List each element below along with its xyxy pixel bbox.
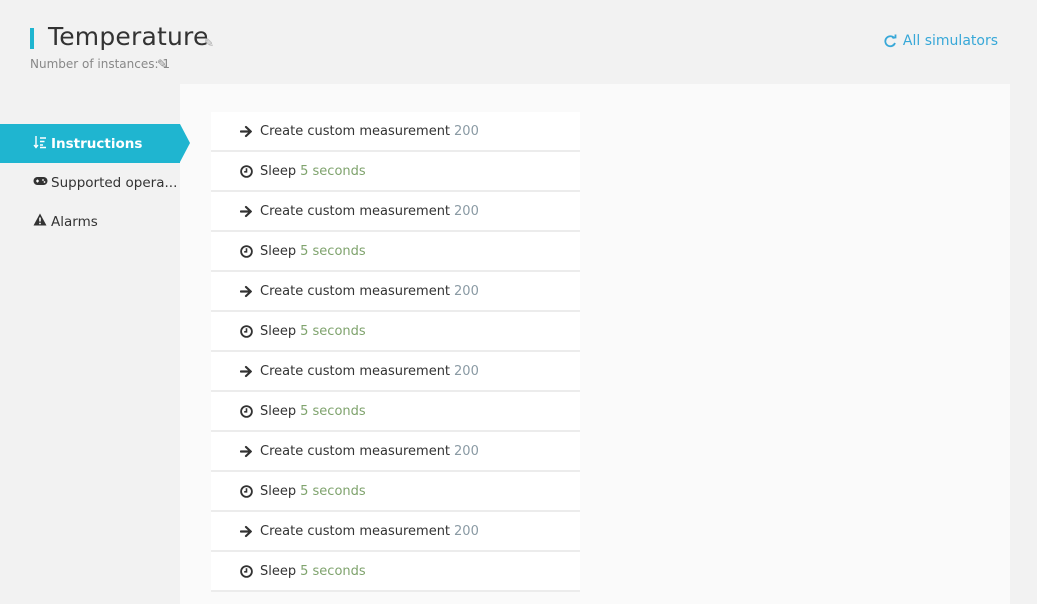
instruction-value: 200 (454, 283, 479, 299)
instruction-label: Sleep (260, 563, 297, 579)
clock-icon (239, 164, 253, 178)
all-simulators-label: All simulators (902, 33, 998, 49)
instruction-label: Sleep (260, 483, 297, 499)
warning-icon (32, 213, 48, 230)
edit-title-icon[interactable]: ✎ (204, 36, 214, 50)
instruction-value: 200 (454, 523, 479, 539)
sort-list-icon (32, 135, 48, 153)
instruction-row-sleep[interactable]: Sleep 5 seconds (211, 472, 580, 512)
instruction-label: Sleep (260, 163, 297, 179)
instructions-list: Create custom measurement 200 Sleep 5 secon… (211, 112, 580, 592)
instruction-label: Sleep (260, 323, 297, 339)
instruction-value: 5 seconds (300, 323, 366, 339)
instruction-row-sleep[interactable]: Sleep 5 seconds (211, 152, 580, 192)
instruction-value: 5 seconds (300, 403, 366, 419)
instruction-label: Create custom measurement (260, 123, 451, 139)
arrow-right-icon (239, 364, 253, 378)
arrow-right-icon (239, 284, 253, 298)
arrow-right-icon (239, 444, 253, 458)
clock-icon (239, 244, 253, 258)
instruction-row-measurement[interactable]: Create custom measurement 200 (211, 112, 580, 152)
instruction-label: Create custom measurement (260, 283, 451, 299)
instruction-value: 200 (454, 123, 479, 139)
instruction-value: 200 (454, 203, 479, 219)
refresh-icon (884, 34, 897, 48)
instruction-value: 5 seconds (300, 483, 366, 499)
arrow-right-icon (239, 204, 253, 218)
gamepad-icon (32, 175, 48, 191)
sidebar: Instructions Supported opera... Alarms (0, 124, 190, 241)
sidebar-item-label: Instructions (51, 135, 143, 152)
arrow-right-icon (239, 524, 253, 538)
instruction-row-sleep[interactable]: Sleep 5 seconds (211, 392, 580, 432)
sidebar-item-label: Alarms (51, 213, 98, 230)
sidebar-item-instructions[interactable]: Instructions (0, 124, 190, 163)
instruction-value: 5 seconds (300, 243, 366, 259)
instruction-label: Create custom measurement (260, 363, 451, 379)
instruction-value: 200 (454, 363, 479, 379)
arrow-right-icon (239, 124, 253, 138)
all-simulators-link[interactable]: All simulators (883, 33, 998, 49)
sidebar-item-alarms[interactable]: Alarms (0, 202, 190, 241)
page-title: Temperature (48, 22, 209, 51)
instruction-row-sleep[interactable]: Sleep 5 seconds (211, 232, 580, 272)
clock-icon (239, 484, 253, 498)
sidebar-item-label: Supported opera... (51, 174, 178, 191)
clock-icon (239, 564, 253, 578)
edit-instances-icon[interactable]: ✎ (157, 57, 167, 71)
instruction-row-measurement[interactable]: Create custom measurement 200 (211, 272, 580, 312)
instruction-value: 5 seconds (300, 163, 366, 179)
instruction-row-measurement[interactable]: Create custom measurement 200 (211, 192, 580, 232)
instruction-label: Create custom measurement (260, 203, 451, 219)
title-accent-bar (30, 28, 34, 49)
clock-icon (239, 404, 253, 418)
instruction-value: 5 seconds (300, 563, 366, 579)
instruction-row-sleep[interactable]: Sleep 5 seconds (211, 552, 580, 592)
clock-icon (239, 324, 253, 338)
instances-count: Number of instances: 1 (30, 57, 170, 71)
instruction-value: 200 (454, 443, 479, 459)
instruction-label: Sleep (260, 403, 297, 419)
instruction-label: Create custom measurement (260, 443, 451, 459)
instruction-row-measurement[interactable]: Create custom measurement 200 (211, 432, 580, 472)
instruction-label: Sleep (260, 243, 297, 259)
page-header: Temperature ✎ Number of instances: 1 ✎ A… (0, 0, 1037, 84)
instruction-label: Create custom measurement (260, 523, 451, 539)
instruction-row-sleep[interactable]: Sleep 5 seconds (211, 312, 580, 352)
instruction-row-measurement[interactable]: Create custom measurement 200 (211, 352, 580, 392)
instruction-row-measurement[interactable]: Create custom measurement 200 (211, 512, 580, 552)
sidebar-item-supported-operations[interactable]: Supported opera... (0, 163, 190, 202)
